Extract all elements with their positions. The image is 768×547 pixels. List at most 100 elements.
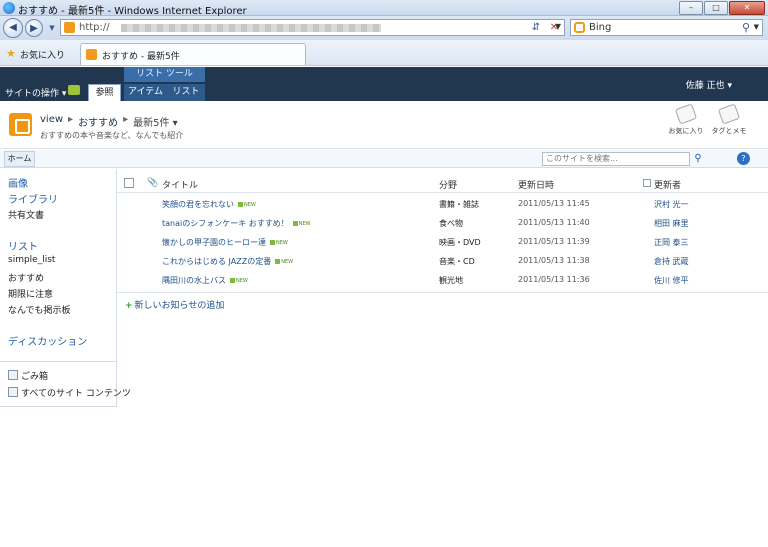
table-row[interactable]: 隅田川の水上バス NEW 観光地 2011/05/13 11:36 佐川 修平 [117, 271, 768, 290]
history-dropdown[interactable]: ▼ [44, 20, 60, 36]
column-modified[interactable]: 更新日時 [518, 178, 554, 191]
search-icon[interactable]: ⚲ [691, 152, 705, 166]
item-title-link[interactable]: これからはじめる JAZZの定番 NEW [162, 256, 293, 267]
bing-icon [574, 22, 585, 33]
like-button[interactable]: お気に入り [667, 103, 705, 136]
help-icon[interactable]: ? [737, 152, 750, 165]
browser-tab[interactable]: おすすめ - 最新5件 [80, 43, 306, 65]
item-modified-by[interactable]: 正岡 泰三 [654, 237, 689, 248]
item-title-link[interactable]: 隅田川の水上バス NEW [162, 275, 248, 286]
new-badge: NEW [270, 240, 288, 246]
new-badge: NEW [275, 259, 293, 265]
column-category[interactable]: 分野 [439, 178, 457, 191]
tab-title: おすすめ - 最新5件 [102, 52, 180, 62]
ql-recommend[interactable]: おすすめ [8, 271, 44, 284]
tab-home[interactable]: ホーム [4, 151, 35, 167]
site-search-input[interactable]: このサイトを検索... [542, 152, 690, 166]
tab-list[interactable]: リスト [167, 84, 205, 101]
search-engine-label: Bing [589, 22, 612, 33]
ql-divider [0, 361, 117, 362]
search-icon[interactable]: ⚲ [742, 21, 750, 34]
list-view: 📎 タイトル 分野 更新日時 更新者 笑顔の君を忘れない NEW 書籍・雑誌 20… [117, 169, 768, 547]
column-modified-by[interactable]: 更新者 [654, 178, 681, 191]
favorites-bar: ★ お気に入り おすすめ - 最新5件 [0, 40, 768, 66]
list-header: 📎 タイトル 分野 更新日時 更新者 [117, 175, 768, 193]
tags-notes-button[interactable]: タグとメモ [710, 103, 748, 136]
item-modified-by[interactable]: 佐川 修平 [654, 275, 689, 286]
close-button[interactable]: ✕ [729, 1, 765, 15]
tab-favicon-icon [86, 49, 97, 60]
new-badge: NEW [238, 202, 256, 208]
item-modified-by[interactable]: 相田 麻里 [654, 218, 689, 229]
item-modified: 2011/05/13 11:45 [518, 199, 590, 208]
address-toolbar: ◀ ▶ ▼ http:// ▼ ⇵ ✕ Bing ⚲ ▼ [0, 16, 768, 40]
breadcrumb-view[interactable]: 最新5件 ▾ [133, 114, 178, 129]
ql-discussions[interactable]: ディスカッション [8, 333, 87, 348]
ql-lists[interactable]: リスト [8, 238, 38, 253]
table-row[interactable]: これからはじめる JAZZの定番 NEW 音楽・CD 2011/05/13 11:… [117, 252, 768, 271]
address-bar[interactable]: http:// ▼ [60, 19, 565, 36]
item-title-link[interactable]: 笑顔の君を忘れない NEW [162, 199, 256, 210]
compat-view-button[interactable]: ⇵ [528, 20, 544, 36]
item-title: これからはじめる JAZZの定番 [162, 257, 272, 266]
column-title[interactable]: タイトル [162, 178, 198, 191]
maximize-button[interactable]: □ [704, 1, 728, 15]
modified-by-filter-icon [643, 179, 651, 187]
item-modified: 2011/05/13 11:39 [518, 237, 590, 246]
ql-all-content[interactable]: すべてのサイト コンテンツ [8, 386, 131, 399]
item-category: 観光地 [439, 276, 463, 285]
item-title-link[interactable]: tanaiのシフォンケーキ おすすめ！ NEW [162, 218, 311, 229]
stop-button[interactable]: ✕ [546, 20, 562, 36]
breadcrumb-list[interactable]: おすすめ [78, 114, 118, 129]
table-row[interactable]: 笑顔の君を忘れない NEW 書籍・雑誌 2011/05/13 11:45 沢村 光… [117, 195, 768, 214]
add-new-item-link[interactable]: + 新しいお知らせの追加 [125, 298, 224, 311]
item-title: 懐かしの甲子園のヒーロー達 [162, 238, 266, 247]
select-all-checkbox[interactable] [124, 178, 134, 188]
ql-pictures[interactable]: 画像 [8, 175, 28, 190]
minimize-button[interactable]: – [679, 1, 703, 15]
address-url: http:// [79, 22, 110, 33]
attachment-icon: 📎 [147, 178, 159, 188]
forward-button[interactable]: ▶ [25, 19, 43, 37]
plus-icon: + [125, 301, 133, 311]
item-modified: 2011/05/13 11:38 [518, 256, 590, 265]
ql-simple-list[interactable]: simple_list [8, 255, 55, 265]
ql-libraries[interactable]: ライブラリ [8, 191, 58, 206]
ql-deadline[interactable]: 期限に注意 [8, 287, 53, 300]
ql-recycle-bin[interactable]: ごみ箱 [8, 369, 48, 382]
user-menu[interactable]: 佐藤 正也 ▾ [686, 78, 732, 91]
tab-items[interactable]: アイテム [124, 84, 167, 101]
navigate-up-icon[interactable] [68, 85, 80, 95]
back-arrow-icon: ◀ [9, 22, 17, 33]
user-name: 佐藤 正也 [685, 81, 725, 91]
view-name: 最新5件 [133, 118, 170, 129]
window-title: おすすめ - 最新5件 - Windows Internet Explorer [18, 6, 247, 17]
address-redacted [121, 24, 381, 32]
tab-browse[interactable]: 参照 [88, 84, 121, 101]
favorites-star-icon[interactable]: ★ [6, 47, 16, 60]
item-title: 笑顔の君を忘れない [162, 200, 234, 209]
item-category: 食べ物 [439, 219, 463, 228]
table-row[interactable]: 懐かしの甲子園のヒーロー達 NEW 映画・DVD 2011/05/13 11:39… [117, 233, 768, 252]
site-description: おすすめの本や音楽など、なんでも紹介 [40, 131, 184, 140]
search-box[interactable]: Bing ⚲ ▼ [570, 19, 763, 36]
window-controls: – □ ✕ [679, 1, 765, 15]
favorites-button[interactable]: お気に入り [20, 48, 65, 61]
site-logo-icon[interactable] [9, 113, 32, 136]
site-actions-menu[interactable]: サイトの操作 ▾ [5, 86, 66, 99]
breadcrumb-separator-icon: ▸ [123, 114, 129, 125]
item-modified-by[interactable]: 沢村 光一 [654, 199, 689, 210]
ql-shared-docs[interactable]: 共有文書 [8, 208, 44, 221]
item-modified-by[interactable]: 倉持 武蔵 [654, 256, 689, 267]
item-category: 音楽・CD [439, 257, 475, 266]
table-row[interactable]: tanaiのシフォンケーキ おすすめ！ NEW 食べ物 2011/05/13 11… [117, 214, 768, 233]
search-dropdown-icon[interactable]: ▼ [754, 23, 759, 31]
item-title-link[interactable]: 懐かしの甲子園のヒーロー達 NEW [162, 237, 288, 248]
ql-board[interactable]: なんでも掲示板 [8, 303, 71, 316]
breadcrumb-site[interactable]: view [40, 114, 63, 129]
recycle-bin-label: ごみ箱 [21, 372, 49, 382]
back-button[interactable]: ◀ [3, 18, 23, 38]
item-category: 書籍・雑誌 [439, 200, 479, 209]
breadcrumb-separator-icon: ▸ [68, 114, 74, 125]
item-category: 映画・DVD [439, 238, 481, 247]
